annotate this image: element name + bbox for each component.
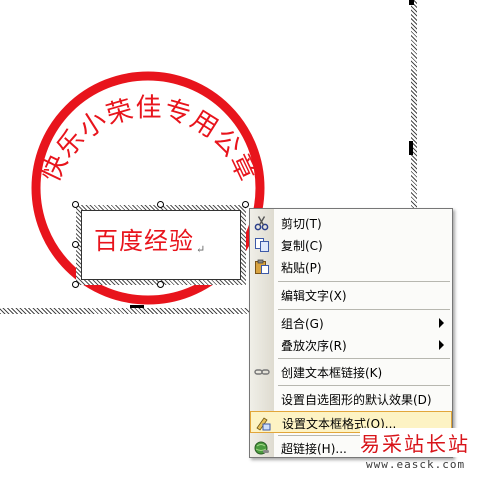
copy-icon: [255, 238, 269, 252]
menu-item-order[interactable]: 叠放次序(R): [250, 334, 452, 356]
resize-handle-bottom[interactable]: [157, 281, 164, 288]
submenu-arrow-icon: [439, 340, 444, 350]
menu-item-label: 超链接(H)...: [281, 442, 347, 456]
scissors-icon: [254, 216, 269, 231]
watermark-title: 易采站长站: [360, 428, 470, 457]
menu-separator: [278, 309, 450, 310]
menu-separator: [278, 281, 450, 282]
resize-handle-bottom-left[interactable]: [72, 281, 79, 288]
format-textbox-icon: [256, 417, 271, 431]
menu-item-label: 创建文本框链接(K): [281, 366, 383, 380]
text-box-content[interactable]: 百度经验 ↵: [94, 221, 206, 256]
resize-handle-left[interactable]: [72, 241, 79, 248]
menu-separator: [278, 358, 450, 359]
menu-item-label: 剪切(T): [281, 217, 322, 231]
menu-item-label: 复制(C): [281, 239, 323, 253]
selected-text-box[interactable]: 百度经验 ↵: [76, 205, 246, 285]
menu-item-edit-text[interactable]: 编辑文字(X): [250, 284, 452, 306]
watermark-url: www.easck.com: [366, 458, 466, 471]
menu-item-cut[interactable]: 剪切(T): [250, 212, 452, 234]
context-menu: 剪切(T) 复制(C) 粘贴(P) 编辑文字(X) 组合(G) 叠放次序(R): [249, 208, 453, 458]
menu-item-label: 叠放次序(R): [281, 339, 347, 353]
submenu-arrow-icon: [439, 318, 444, 328]
paste-icon: [255, 259, 269, 274]
menu-item-label: 组合(G): [281, 317, 324, 331]
resize-handle-top-right[interactable]: [242, 201, 249, 208]
menu-item-paste[interactable]: 粘贴(P): [250, 256, 452, 278]
menu-item-label: 编辑文字(X): [281, 289, 347, 303]
menu-item-group[interactable]: 组合(G): [250, 312, 452, 334]
text-box-body[interactable]: 百度经验 ↵: [81, 210, 241, 280]
menu-item-set-default-effect[interactable]: 设置自选图形的默认效果(D): [250, 388, 452, 410]
chain-link-icon: [254, 369, 270, 375]
menu-item-copy[interactable]: 复制(C): [250, 234, 452, 256]
paragraph-mark-icon: ↵: [196, 243, 207, 256]
menu-separator: [278, 385, 450, 386]
resize-handle-top-left[interactable]: [72, 201, 79, 208]
resize-handle-top[interactable]: [157, 201, 164, 208]
hyperlink-globe-icon: [254, 441, 269, 455]
menu-item-create-textbox-link[interactable]: 创建文本框链接(K): [250, 361, 452, 383]
menu-item-label: 设置自选图形的默认效果(D): [281, 393, 432, 407]
menu-item-label: 粘贴(P): [281, 261, 322, 275]
